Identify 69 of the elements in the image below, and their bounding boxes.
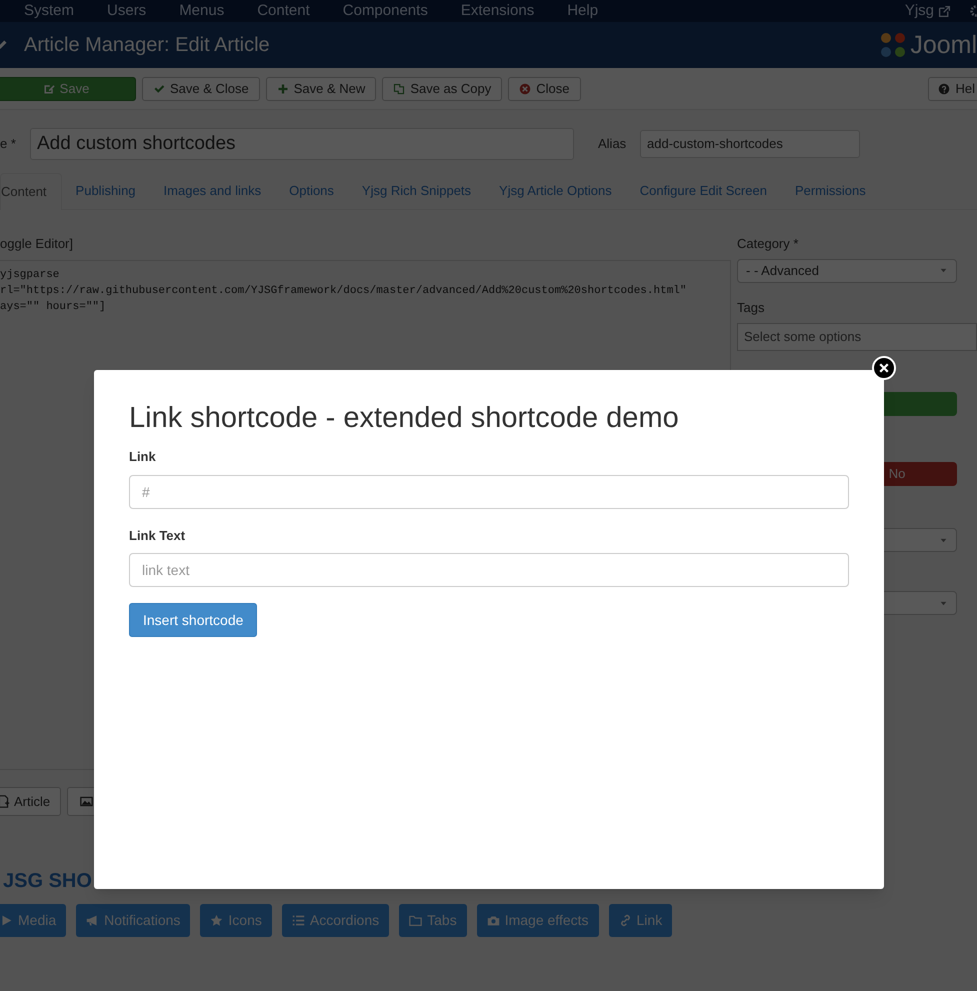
menu-item[interactable]: Components: [342, 0, 428, 22]
tab[interactable]: Yjsg Rich Snippets: [348, 172, 486, 209]
play-icon: [0, 914, 13, 927]
input-field[interactable]: link text: [129, 553, 849, 587]
tab[interactable]: Options: [275, 172, 348, 209]
tab[interactable]: Images and links: [150, 172, 276, 209]
menu-item[interactable]: Users: [107, 0, 146, 22]
toolbar-button[interactable]: Save as Copy: [382, 76, 502, 100]
camera-icon: [486, 914, 500, 927]
menu-item[interactable]: Menus: [179, 0, 224, 22]
field-label: Link: [129, 448, 157, 466]
external-link-icon: [938, 4, 951, 18]
insert-button[interactable]: Insert shortcode: [129, 603, 258, 637]
tags-field[interactable]: Select some options: [737, 323, 977, 351]
copy-icon: [393, 82, 406, 94]
tab[interactable]: Publishing: [62, 172, 150, 209]
menu-item[interactable]: Extensions: [460, 0, 534, 22]
shortcode-button[interactable]: Media: [0, 904, 66, 937]
modal-title: Link shortcode - extended shortcode demo: [129, 401, 680, 436]
field-label: Alias: [598, 135, 628, 154]
image-icon: [80, 795, 94, 808]
toolbar-button[interactable]: Close: [508, 76, 580, 100]
logo-text: Jooml: [910, 32, 977, 58]
menu-item[interactable]: System: [24, 0, 74, 22]
field-label: e *: [0, 135, 17, 154]
field-label: Category *: [737, 235, 800, 253]
check-icon: [153, 82, 165, 94]
shortcode-button[interactable]: Icons: [200, 904, 272, 937]
menu-item[interactable]: Content: [257, 0, 310, 22]
close-icon: [519, 82, 532, 94]
megaphone-icon: [86, 914, 100, 927]
link-icon: [618, 914, 632, 927]
tab[interactable]: Permissions: [780, 172, 880, 209]
code-line: rl="https://raw.githubusercontent.com/YJSGframework/docs/master/advanced/Add%20custom%20shortcodes.html": [0, 284, 688, 299]
document-plus-icon: [0, 795, 10, 808]
toolbar-button[interactable]: Save & New: [266, 76, 376, 100]
shortcode-button[interactable]: Image effects: [476, 904, 599, 937]
shortcode-button[interactable]: Link: [608, 904, 672, 937]
category-select[interactable]: - - Advanced: [737, 258, 957, 282]
shortcode-button[interactable]: Tabs: [399, 904, 467, 937]
code-line: yjsgparse: [0, 268, 60, 283]
plus-icon: [276, 82, 289, 94]
page-title: Article Manager: Edit Article: [24, 33, 270, 58]
close-button[interactable]: [872, 356, 896, 380]
field-label: Tags: [737, 298, 766, 317]
folder-icon: [409, 914, 422, 927]
help-button[interactable]: Hel: [928, 76, 977, 100]
menu-item[interactable]: Help: [567, 0, 598, 22]
shortcode-button[interactable]: Notifications: [76, 904, 190, 937]
code-line: ays="" hours=""]: [0, 300, 107, 315]
caret-icon: [939, 266, 948, 275]
tab[interactable]: Yjsg Article Options: [485, 172, 626, 209]
tab[interactable]: Configure Edit Screen: [626, 172, 781, 209]
list-icon: [292, 914, 305, 927]
section-heading: JSG SHO: [2, 869, 93, 894]
input-field[interactable]: #: [129, 474, 849, 508]
toolbar-button[interactable]: Save & Close: [142, 76, 260, 100]
help-icon: [938, 82, 950, 94]
shortcode-button[interactable]: Accordions: [282, 904, 390, 937]
title-field[interactable]: Add custom shortcodes: [30, 128, 574, 160]
user-menu[interactable]: Yjsg: [904, 0, 934, 22]
toggle-editor-link[interactable]: oggle Editor]: [0, 234, 731, 250]
toolbar-button[interactable]: Save: [0, 76, 136, 100]
editor-button[interactable]: Article: [0, 787, 62, 816]
star-icon: [210, 914, 224, 927]
field-label: Link Text: [129, 526, 186, 544]
edit-icon: [42, 82, 55, 94]
close-icon: [878, 362, 890, 374]
alias-field[interactable]: add-custom-shortcodes: [640, 130, 860, 158]
